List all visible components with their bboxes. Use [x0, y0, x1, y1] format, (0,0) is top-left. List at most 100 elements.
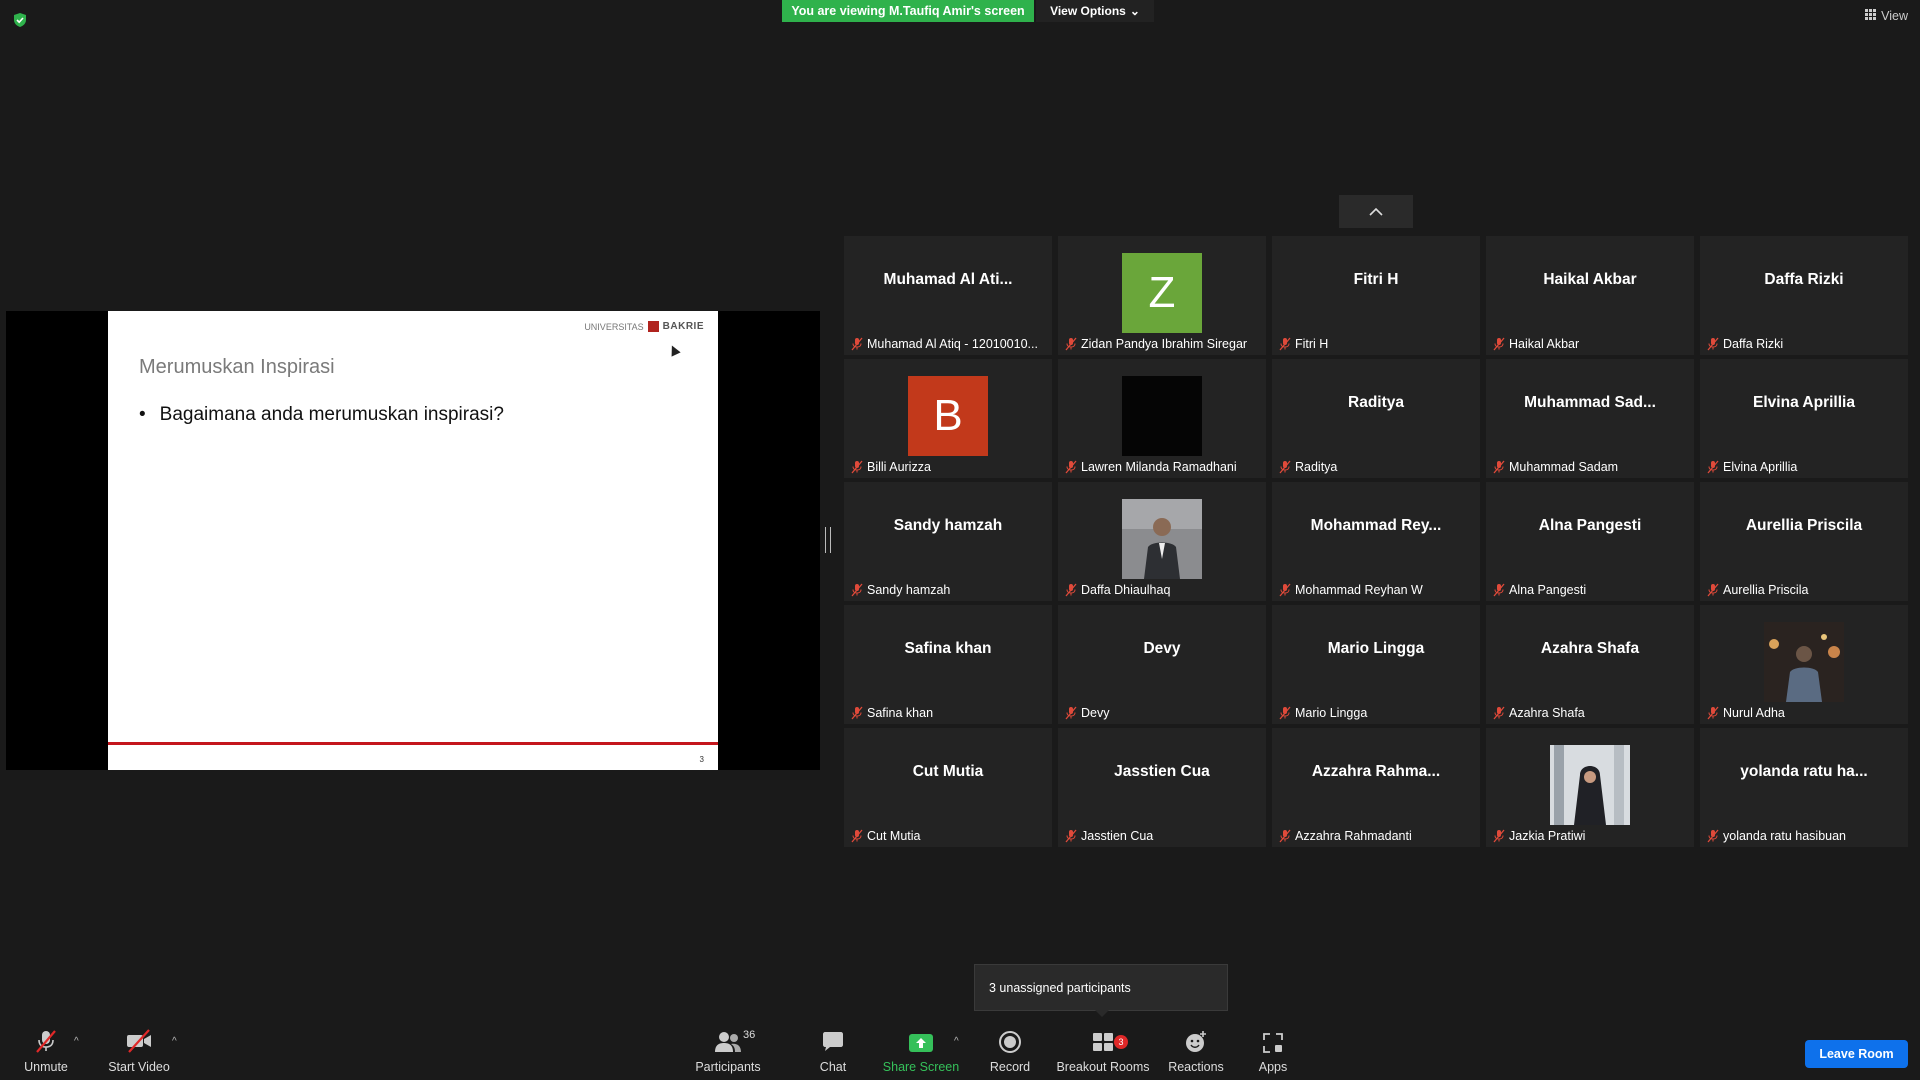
- participant-name-label: Jazkia Pratiwi: [1492, 826, 1690, 846]
- participant-tile[interactable]: Elvina Aprillia Elvina Aprillia: [1700, 359, 1908, 478]
- participant-display-name: Elvina Aprillia: [1753, 393, 1855, 411]
- share-screen-button[interactable]: Share Screen: [882, 1020, 960, 1080]
- participant-tile[interactable]: Azahra Shafa Azahra Shafa: [1486, 605, 1694, 724]
- security-shield-icon[interactable]: [13, 13, 27, 27]
- participant-display-name: Raditya: [1348, 393, 1404, 411]
- bullet-icon: •: [139, 404, 146, 425]
- breakout-rooms-badge: 3: [1114, 1035, 1128, 1049]
- participant-photo: [1764, 622, 1844, 702]
- muted-microphone-icon: [1279, 706, 1291, 720]
- participant-display-name: Fitri H: [1353, 270, 1399, 288]
- muted-microphone-icon: [1493, 460, 1505, 474]
- participant-tile[interactable]: B Billi Aurizza: [844, 359, 1052, 478]
- shared-screen[interactable]: UNIVERSITAS BAKRIE Merumuskan Inspirasi …: [6, 311, 820, 770]
- gallery-page-up-button[interactable]: [1339, 195, 1413, 228]
- participant-tile[interactable]: Daffa Dhiaulhaq: [1058, 482, 1266, 601]
- participant-name: Nurul Adha: [1723, 706, 1785, 720]
- participant-tile[interactable]: Lawren Milanda Ramadhani: [1058, 359, 1266, 478]
- muted-microphone-icon: [1279, 460, 1291, 474]
- record-button[interactable]: Record: [984, 1020, 1036, 1080]
- leave-room-button[interactable]: Leave Room: [1805, 1040, 1908, 1068]
- grid-icon: [1865, 9, 1877, 23]
- apps-icon: [1263, 1033, 1283, 1053]
- participant-name: Cut Mutia: [867, 829, 921, 843]
- participant-display-name: Azahra Shafa: [1540, 639, 1640, 657]
- muted-microphone-icon: [1707, 829, 1719, 843]
- breakout-rooms-button[interactable]: Breakout Rooms: [1054, 1020, 1152, 1080]
- participant-name-label: Sandy hamzah: [850, 580, 1048, 600]
- chat-icon: [823, 1032, 843, 1051]
- participant-name-label: Fitri H: [1278, 334, 1476, 354]
- participant-name-label: Jasstien Cua: [1064, 826, 1262, 846]
- participant-name: Mario Lingga: [1295, 706, 1368, 720]
- view-options-button[interactable]: View Options ⌄: [1036, 0, 1154, 22]
- participant-name: Mohammad Reyhan W: [1295, 583, 1423, 597]
- participant-tile[interactable]: Sandy hamzah Sandy hamzah: [844, 482, 1052, 601]
- participant-name-label: Billi Aurizza: [850, 457, 1048, 477]
- tooltip-text: 3 unassigned participants: [989, 980, 1131, 995]
- slide-bullet-text: Bagaimana anda merumuskan inspirasi?: [159, 404, 504, 425]
- participant-tile[interactable]: Azzahra Rahma... Azzahra Rahmadanti: [1272, 728, 1480, 847]
- muted-microphone-icon: [851, 706, 863, 720]
- participant-name-label: Zidan Pandya Ibrahim Siregar: [1064, 334, 1262, 354]
- participant-name-label: Elvina Aprillia: [1706, 457, 1904, 477]
- muted-microphone-icon: [1279, 337, 1291, 351]
- participant-name: Zidan Pandya Ibrahim Siregar: [1081, 337, 1248, 351]
- participant-display-name: Sandy hamzah: [893, 516, 1003, 534]
- muted-microphone-icon: [1279, 583, 1291, 597]
- view-button[interactable]: View: [1865, 9, 1908, 23]
- participant-photo: [1122, 376, 1202, 456]
- breakout-rooms-label: Breakout Rooms: [1056, 1060, 1150, 1074]
- participant-tile[interactable]: Safina khan Safina khan: [844, 605, 1052, 724]
- video-options-caret-icon[interactable]: ^: [172, 1036, 177, 1047]
- participant-tile[interactable]: Cut Mutia Cut Mutia: [844, 728, 1052, 847]
- participant-name: Lawren Milanda Ramadhani: [1081, 460, 1237, 474]
- chevron-up-icon: [1369, 207, 1383, 216]
- participant-tile[interactable]: Muhamad Al Ati... Muhamad Al Atiq - 12010…: [844, 236, 1052, 355]
- participant-tile[interactable]: Mario Lingga Mario Lingga: [1272, 605, 1480, 724]
- chat-button[interactable]: Chat: [808, 1020, 858, 1080]
- participant-tile[interactable]: Daffa Rizki Daffa Rizki: [1700, 236, 1908, 355]
- presentation-slide: UNIVERSITAS BAKRIE Merumuskan Inspirasi …: [108, 311, 718, 770]
- participant-tile[interactable]: Muhammad Sad... Muhammad Sadam: [1486, 359, 1694, 478]
- participant-display-name: Devy: [1143, 639, 1181, 657]
- participant-name-label: Azzahra Rahmadanti: [1278, 826, 1476, 846]
- participant-name-label: Haikal Akbar: [1492, 334, 1690, 354]
- logo-brand-text: BAKRIE: [662, 321, 704, 332]
- participant-tile[interactable]: Fitri H Fitri H: [1272, 236, 1480, 355]
- participant-tile[interactable]: Jasstien Cua Jasstien Cua: [1058, 728, 1266, 847]
- participant-name: Muhammad Sadam: [1509, 460, 1619, 474]
- start-video-button[interactable]: Start Video: [102, 1020, 176, 1080]
- participant-name: yolanda ratu hasibuan: [1723, 829, 1847, 843]
- participant-tile[interactable]: Nurul Adha: [1700, 605, 1908, 724]
- participants-icon: [715, 1032, 741, 1052]
- participant-tile[interactable]: Aurellia Priscila Aurellia Priscila: [1700, 482, 1908, 601]
- muted-microphone-icon: [1493, 337, 1505, 351]
- muted-microphone-icon: [1493, 706, 1505, 720]
- reactions-button[interactable]: Reactions: [1166, 1020, 1226, 1080]
- participant-tile[interactable]: Jazkia Pratiwi: [1486, 728, 1694, 847]
- splitter-handle[interactable]: [825, 527, 831, 553]
- reactions-label: Reactions: [1168, 1060, 1224, 1074]
- apps-button[interactable]: Apps: [1250, 1020, 1296, 1080]
- participant-tile[interactable]: Devy Devy: [1058, 605, 1266, 724]
- participant-name-label: Nurul Adha: [1706, 703, 1904, 723]
- participant-tile[interactable]: Haikal Akbar Haikal Akbar: [1486, 236, 1694, 355]
- participant-tile[interactable]: Z Zidan Pandya Ibrahim Siregar: [1058, 236, 1266, 355]
- view-options-label: View Options: [1050, 4, 1126, 18]
- avatar: B: [908, 376, 988, 456]
- muted-microphone-icon: [1493, 583, 1505, 597]
- unmute-button[interactable]: Unmute: [18, 1020, 74, 1080]
- participant-tile[interactable]: Alna Pangesti Alna Pangesti: [1486, 482, 1694, 601]
- audio-options-caret-icon[interactable]: ^: [74, 1036, 79, 1047]
- participant-name-label: Daffa Dhiaulhaq: [1064, 580, 1262, 600]
- participant-tile[interactable]: Mohammad Rey... Mohammad Reyhan W: [1272, 482, 1480, 601]
- share-options-caret-icon[interactable]: ^: [954, 1036, 959, 1047]
- participant-tile[interactable]: yolanda ratu ha... yolanda ratu hasibuan: [1700, 728, 1908, 847]
- participant-name: Billi Aurizza: [867, 460, 931, 474]
- participant-tile[interactable]: Raditya Raditya: [1272, 359, 1480, 478]
- university-logo: UNIVERSITAS BAKRIE: [584, 321, 704, 332]
- participant-photo: [1122, 499, 1202, 579]
- chat-label: Chat: [819, 1060, 847, 1074]
- muted-microphone-icon: [851, 337, 863, 351]
